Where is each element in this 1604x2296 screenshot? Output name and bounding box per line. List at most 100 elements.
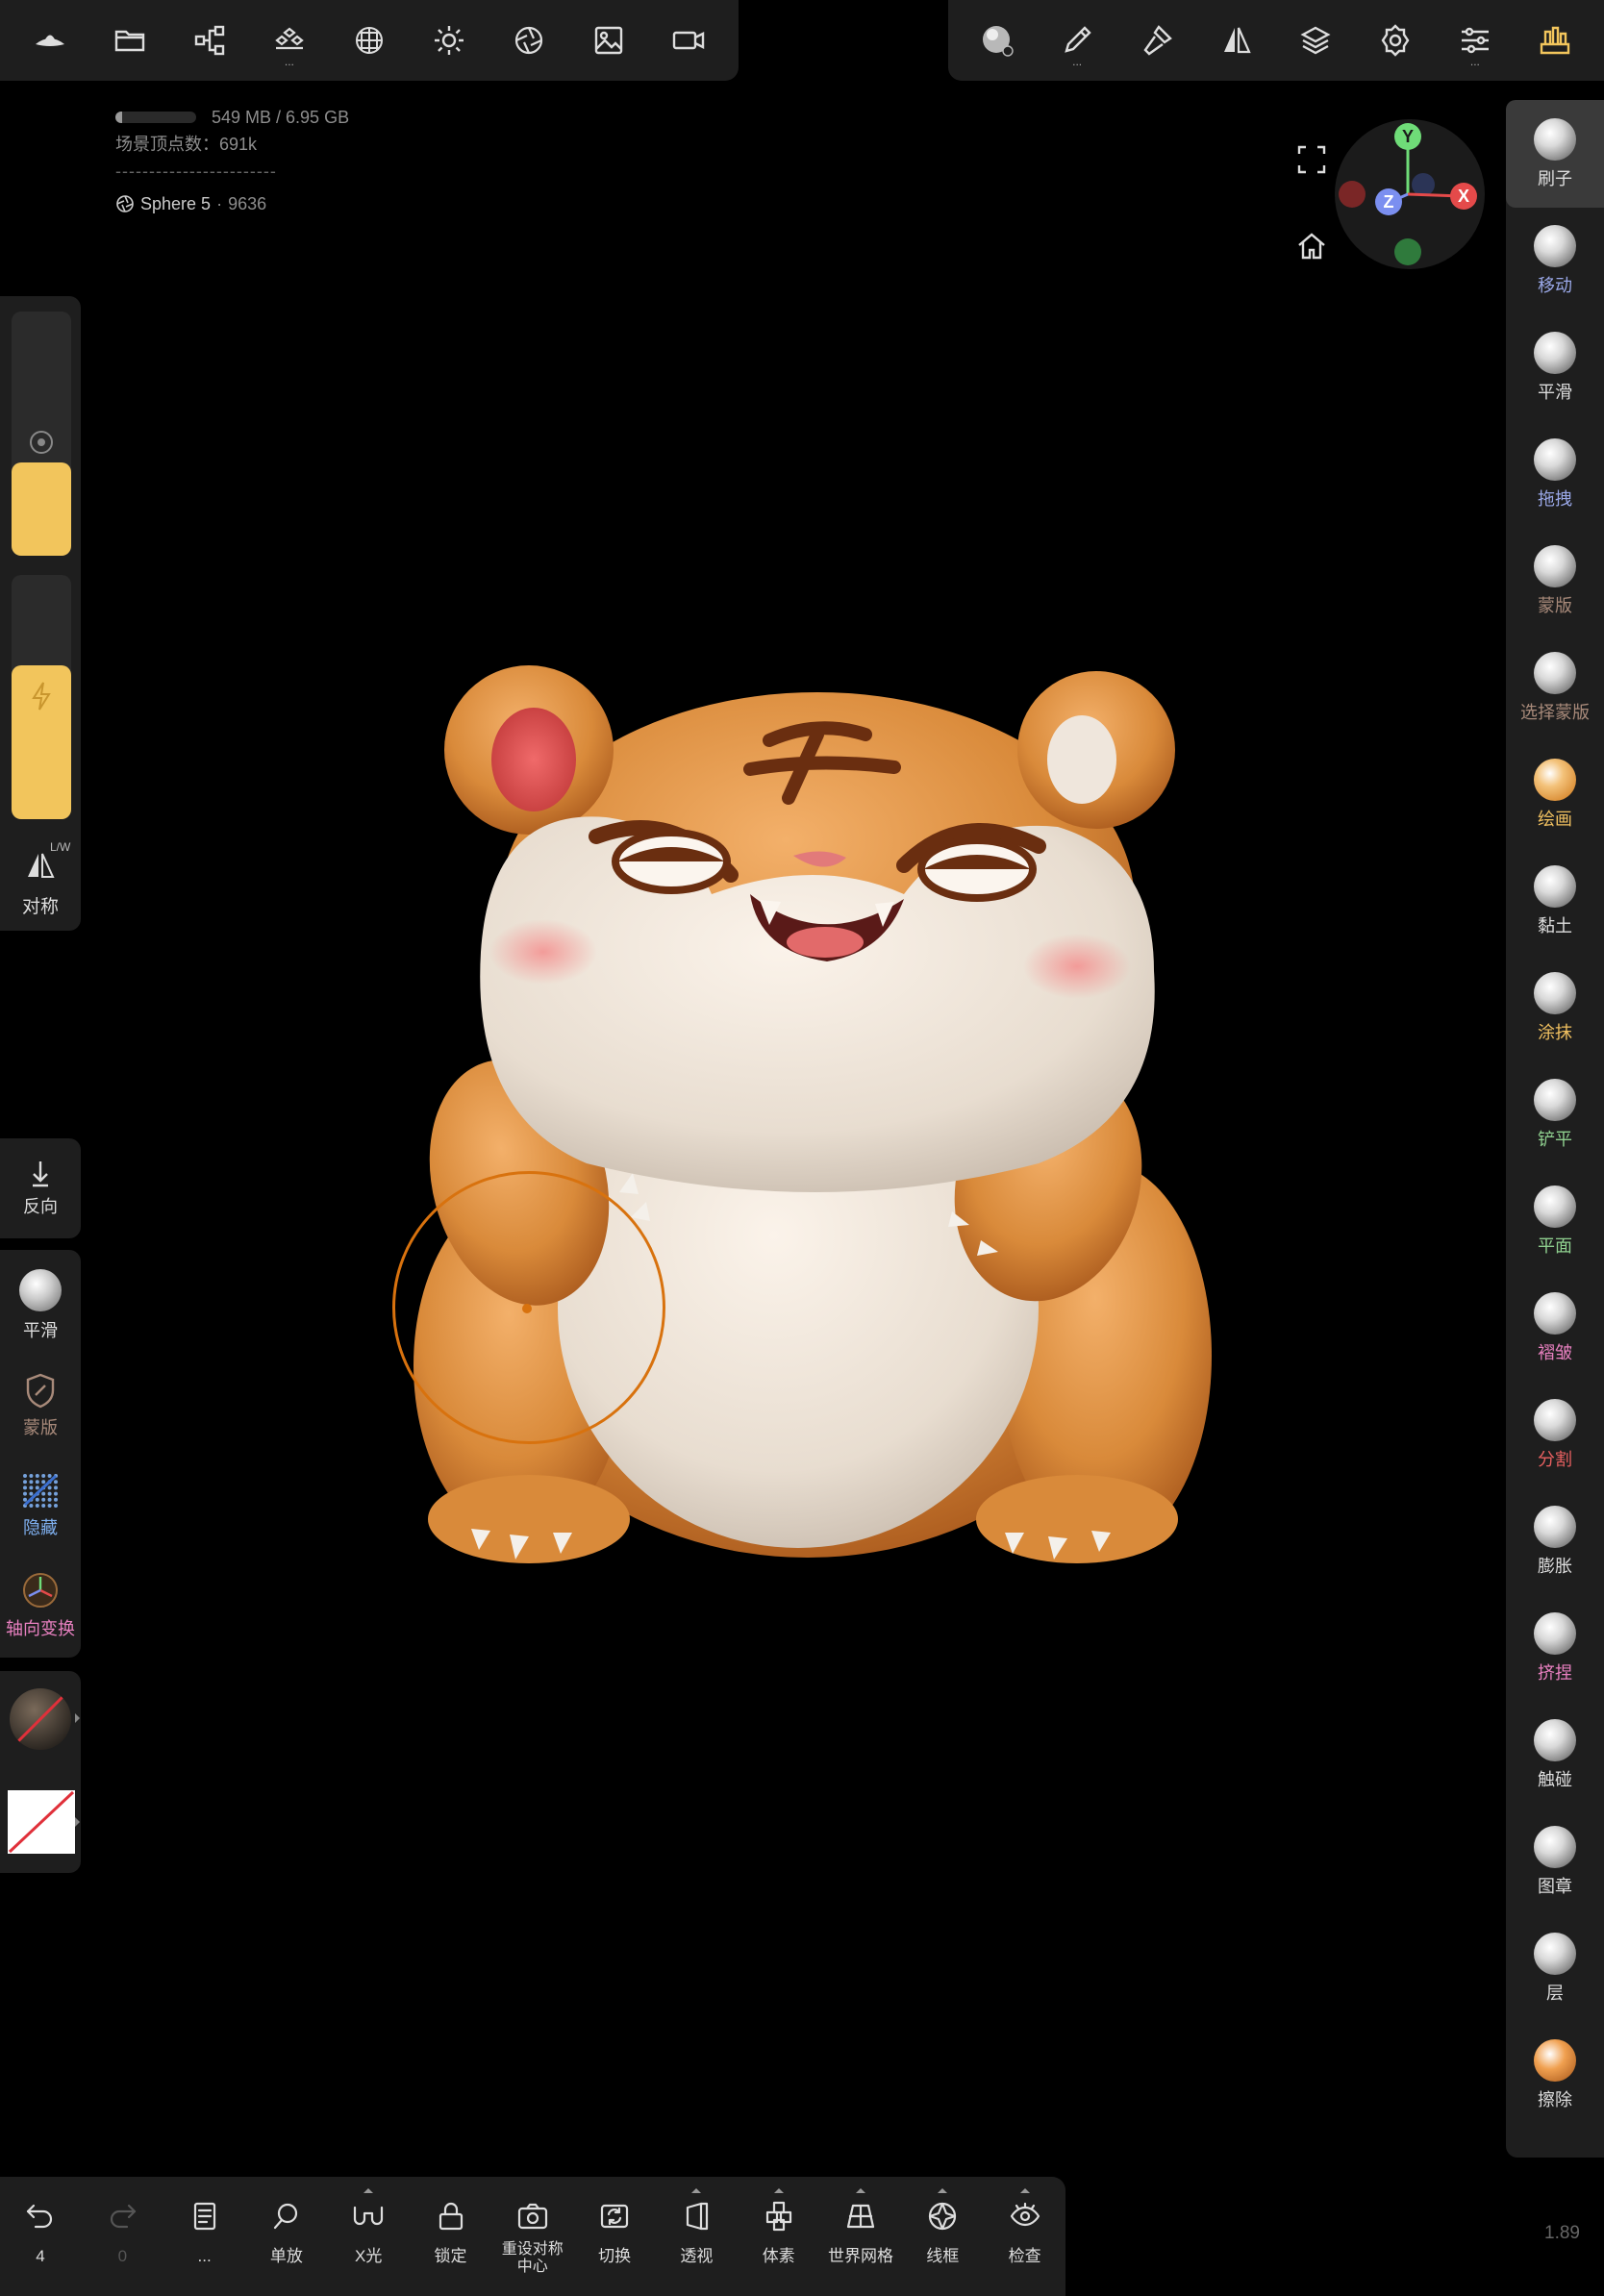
left-tool-4[interactable]: 轴向变换 [0,1556,81,1656]
bottom-toolbar: 4 0... 单放 X光 锁定 重设对称 中心 切换 透视 体素 世界网格 线框 检查 [0,2177,1065,2296]
brush-label: 平面 [1538,1236,1572,1256]
material-panel [0,1671,81,1873]
brush-2[interactable]: 移动 [1506,207,1604,314]
brush-label: 平滑 [1538,383,1572,402]
bottom-tool-12[interactable]: 线框 [902,2188,983,2286]
brush-sphere-icon [1534,1612,1576,1655]
app-logo-icon[interactable] [21,12,79,69]
intensity-bolt-icon [32,682,51,711]
bottom-tool-8[interactable]: 切换 [574,2190,655,2286]
neg-z-axis-ball[interactable] [1412,173,1435,196]
matcap-swatch[interactable] [10,1688,71,1750]
home-view-icon[interactable] [1289,223,1335,269]
video-camera-icon[interactable] [660,12,717,69]
color-swatch[interactable] [8,1790,75,1854]
left-tool-label: 轴向变换 [6,1619,75,1638]
brush-5[interactable]: 蒙版 [1506,527,1604,635]
brush-9[interactable]: 涂抹 [1506,954,1604,1061]
brush-16[interactable]: 触碰 [1506,1701,1604,1809]
brush-18[interactable]: 层 [1506,1914,1604,2022]
left-tool-3[interactable]: 隐藏 [0,1456,81,1556]
brush-17[interactable]: 图章 [1506,1808,1604,1915]
left-tool-label: 蒙版 [23,1418,58,1437]
symmetry-icon[interactable] [25,852,56,879]
bottom-tool-1[interactable]: 4 [0,2190,81,2286]
bottom-tool-7[interactable]: 重设对称 中心 [492,2190,573,2286]
reverse-label: 反向 [23,1197,58,1216]
fullscreen-icon[interactable] [1289,137,1335,183]
brush-15[interactable]: 挤捏 [1506,1594,1604,1702]
brush-8[interactable]: 黏土 [1506,847,1604,955]
top-right-toolbar: ... ... [948,0,1604,81]
share-nodes-icon[interactable] [181,12,238,69]
bottom-tool-10[interactable]: 体素 [739,2188,819,2286]
gizmo-transform-icon [23,1573,58,1608]
info-separator: ------------------------ [115,162,277,181]
scene-stack-icon[interactable]: ... [261,12,318,69]
brush-sphere-icon [1534,1506,1576,1548]
brush-11[interactable]: 平面 [1506,1167,1604,1275]
brush-14[interactable]: 膨胀 [1506,1487,1604,1595]
radius-slider-fill [12,462,71,556]
top-left-toolbar: ... [0,0,739,81]
brush-sphere-icon [1534,2039,1576,2082]
light-sun-icon[interactable] [420,12,478,69]
bottom-tool-2[interactable]: 0 [82,2190,163,2286]
settings-gear-icon[interactable] [1366,12,1424,69]
brush-7[interactable]: 绘画 [1506,740,1604,848]
camera-aperture-icon[interactable] [500,12,558,69]
intensity-slider[interactable] [12,575,71,819]
bottom-tool-5[interactable]: X光 [328,2188,409,2286]
switch-icon [598,2190,631,2237]
bottom-tool-label: X光 [355,2247,383,2265]
left-tool-1[interactable]: 平滑 [0,1256,81,1356]
tool-case-icon[interactable] [1526,12,1584,69]
none-slash-icon [12,1690,69,1748]
brush-12[interactable]: 褶皱 [1506,1274,1604,1382]
left-tool-2[interactable]: 蒙版 [0,1356,81,1456]
neg-y-axis-ball[interactable] [1394,238,1421,265]
memory-bar [115,112,196,123]
material-sphere-icon[interactable] [968,12,1026,69]
brush-13[interactable]: 分割 [1506,1381,1604,1488]
bottom-tool-4[interactable]: 单放 [246,2190,327,2286]
symmetry-icon[interactable] [1208,12,1266,69]
bottom-tool-label: 世界网格 [828,2247,893,2265]
bottom-tool-3[interactable]: ... [164,2190,245,2286]
topology-icon[interactable] [340,12,398,69]
bottom-tool-6[interactable]: 锁定 [411,2190,491,2286]
object-vertex-count: 9636 [228,194,267,213]
image-icon[interactable] [580,12,638,69]
brush-column: 刷子 移动平滑拖拽 蒙版 选择蒙版 绘画 黏土 涂抹 铲平平面褶皱分割膨胀挤捏 触碰 图章层擦除 [1506,100,1604,2158]
sliders-icon[interactable]: ... [1446,12,1504,69]
brush-3[interactable]: 平滑 [1506,313,1604,421]
folder-icon[interactable] [101,12,159,69]
brush-sphere-icon [1534,1719,1576,1761]
brush-4[interactable]: 拖拽 [1506,420,1604,528]
brush-cursor-center [522,1304,532,1313]
brush-label: 分割 [1538,1450,1572,1469]
brush-sphere-icon [1534,1826,1576,1868]
bottom-tool-9[interactable]: 透视 [656,2188,737,2286]
brush-sphere-icon [1534,1399,1576,1441]
neg-x-axis-ball[interactable] [1339,181,1366,208]
undo-icon [24,2190,57,2237]
reverse-button[interactable]: 反向 [0,1138,81,1238]
brush-6[interactable]: 选择蒙版 [1506,634,1604,741]
brush-10[interactable]: 铲平 [1506,1061,1604,1168]
bottom-tool-13[interactable]: 检查 [985,2188,1065,2286]
brush-sphere-icon [1534,1292,1576,1335]
layers-icon[interactable] [1287,12,1344,69]
brush-label: 膨胀 [1538,1557,1572,1576]
brush-1[interactable]: 刷子 [1506,100,1604,208]
radius-slider[interactable] [12,312,71,556]
hide-dots-icon [23,1474,58,1508]
bottom-tool-11[interactable]: 世界网格 [820,2188,901,2286]
view-controls [1289,137,1335,310]
paint-brush-icon[interactable] [1128,12,1186,69]
brush-19[interactable]: 擦除 [1506,2021,1604,2129]
orientation-gizmo[interactable]: Y X Z [1335,119,1485,269]
z-axis-label: Z [1384,192,1394,212]
active-object[interactable]: Sphere 5 · 9636 [115,190,349,217]
brush-pen-icon[interactable]: ... [1048,12,1106,69]
